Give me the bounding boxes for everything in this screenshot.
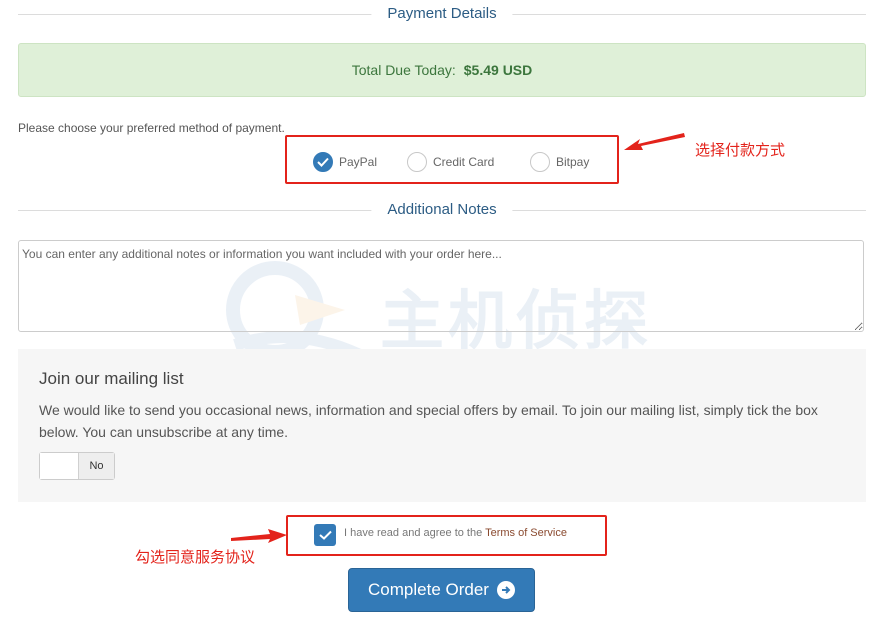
checkmark-icon	[317, 157, 329, 167]
mailing-list-panel: Join our mailing list We would like to s…	[18, 349, 866, 502]
additional-notes-header: Additional Notes	[18, 198, 866, 222]
red-arrow-icon	[624, 133, 685, 150]
payment-details-header: Payment Details	[18, 2, 866, 26]
total-due-label: Total Due Today:	[351, 62, 456, 78]
mailing-list-heading: Join our mailing list	[39, 369, 184, 388]
radio-unchecked-icon[interactable]	[407, 152, 427, 172]
payment-option-label: Credit Card	[433, 155, 495, 169]
total-due-amount: $5.49 USD	[463, 62, 533, 78]
radio-checked-icon[interactable]	[313, 152, 333, 172]
payment-option-bitpay[interactable]: Bitpay	[530, 152, 589, 172]
complete-order-label: Complete Order	[368, 580, 489, 599]
complete-order-button[interactable]: Complete Order	[348, 568, 535, 612]
terms-text-prefix: I have read and agree to the	[344, 527, 486, 539]
payment-method-prompt: Please choose your preferred method of p…	[18, 121, 285, 135]
payment-option-paypal[interactable]: PayPal	[313, 152, 377, 172]
mailing-list-toggle[interactable]: No	[39, 452, 115, 480]
payment-option-label: Bitpay	[556, 155, 590, 169]
additional-notes-title: Additional Notes	[371, 198, 513, 222]
toggle-label: No	[79, 453, 114, 479]
payment-details-title: Payment Details	[371, 2, 513, 26]
radio-unchecked-icon[interactable]	[530, 152, 550, 172]
terms-of-service-link[interactable]: Terms of Service	[485, 527, 567, 539]
payment-option-label: PayPal	[339, 155, 378, 169]
toggle-knob[interactable]	[40, 453, 79, 479]
mailing-list-description: We would like to send you occasional new…	[39, 402, 818, 440]
additional-notes-input[interactable]	[18, 240, 864, 332]
checkmark-icon	[318, 530, 332, 540]
red-arrow-icon	[231, 529, 287, 543]
annotation-payment-method: 选择付款方式	[695, 142, 786, 159]
total-due-box: Total Due Today: $5.49 USD	[18, 43, 866, 97]
terms-checkbox[interactable]	[314, 524, 336, 546]
terms-text: I have read and agree to the Terms of Se…	[344, 527, 567, 539]
annotation-agree-terms: 勾选同意服务协议	[135, 549, 256, 566]
arrow-right-circle-icon	[496, 581, 515, 599]
payment-option-credit-card[interactable]: Credit Card	[407, 152, 494, 172]
